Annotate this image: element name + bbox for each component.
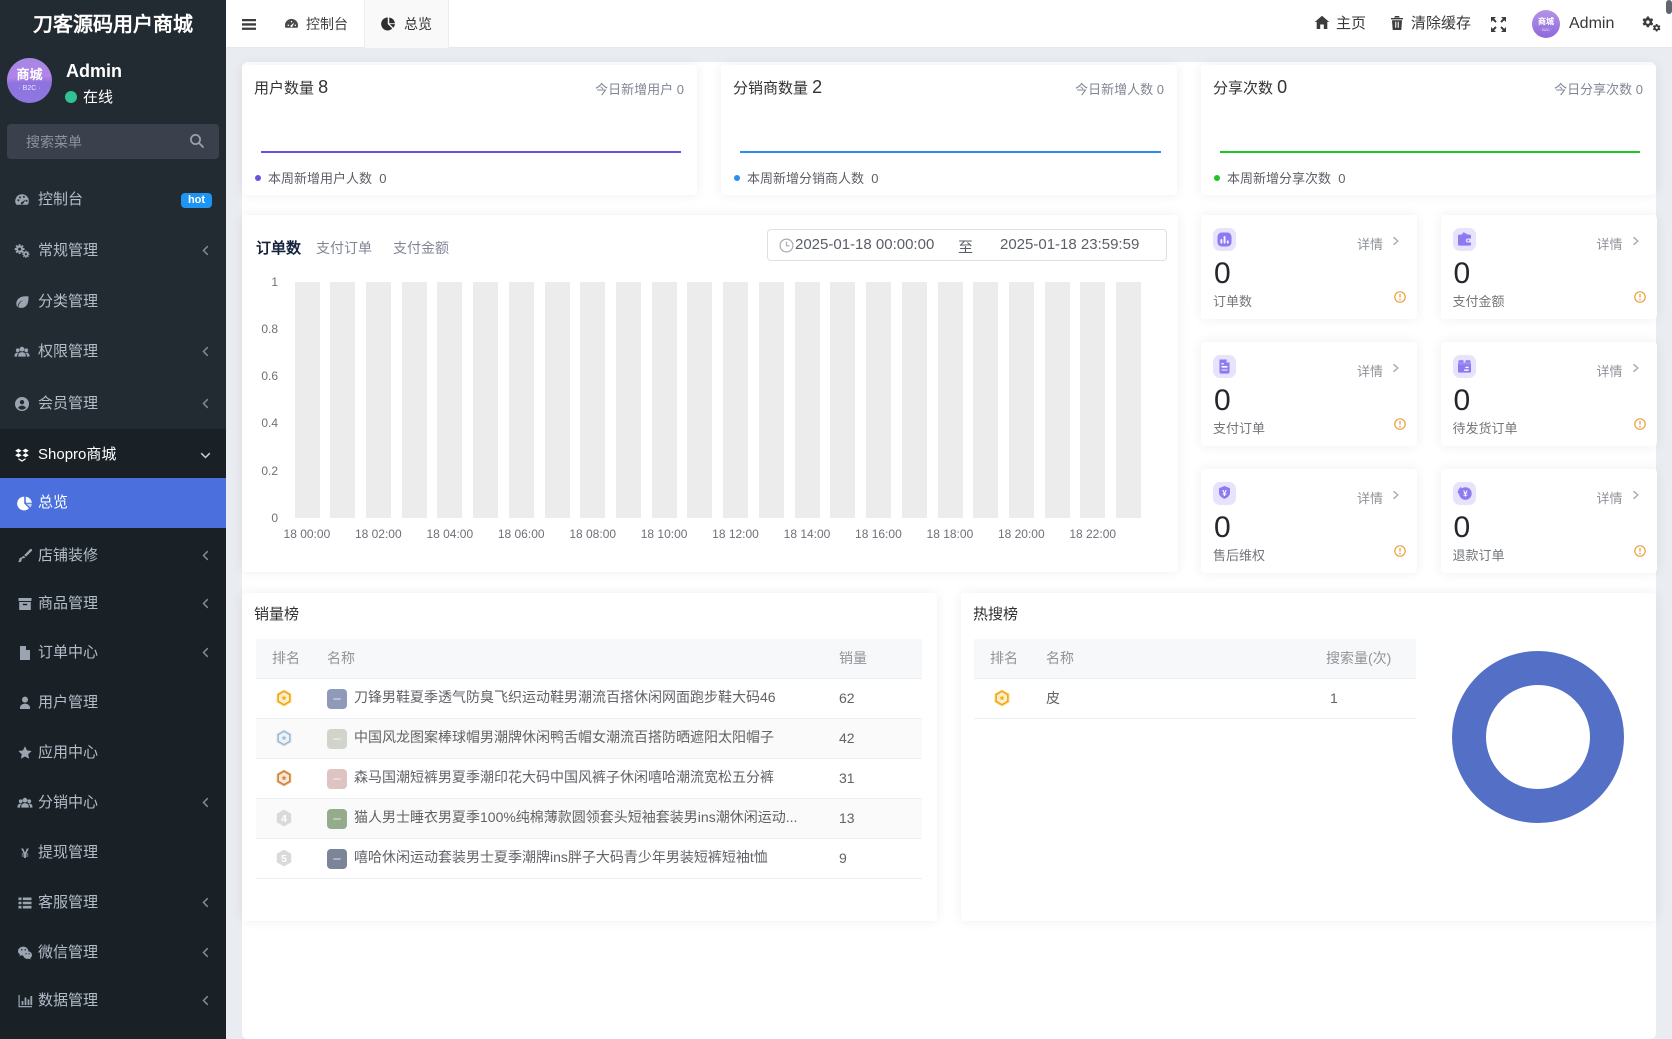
svg-text:¥: ¥ xyxy=(1463,489,1468,498)
svg-text:5: 5 xyxy=(281,853,287,865)
svg-text:¥: ¥ xyxy=(1222,489,1227,498)
svg-text:4: 4 xyxy=(281,813,287,825)
svg-text:¥: ¥ xyxy=(21,845,29,861)
